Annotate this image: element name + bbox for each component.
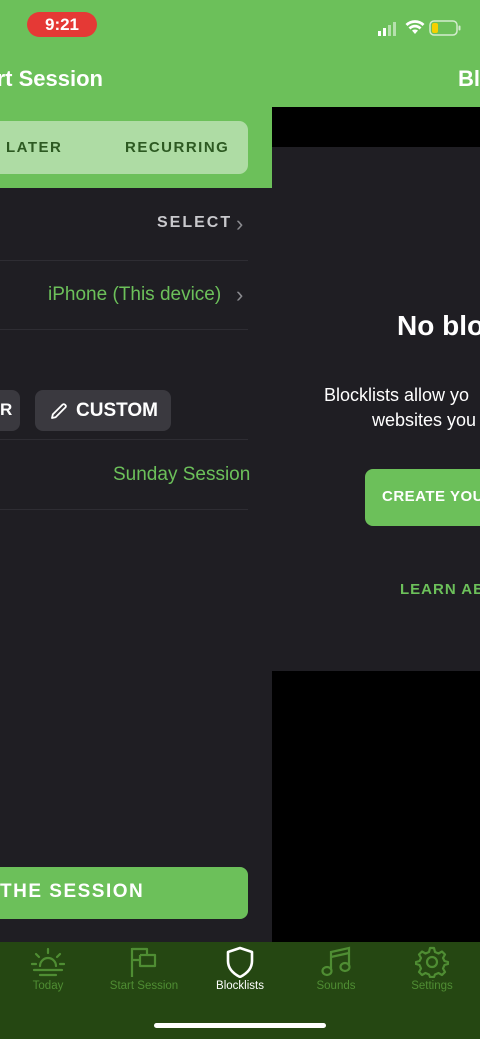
chevron-right-icon: › (236, 282, 244, 307)
divider (0, 439, 248, 440)
sun-horizon-icon (31, 947, 65, 977)
tab-start-session[interactable]: Start Session (96, 946, 192, 1006)
chevron-right-icon: › (236, 211, 244, 236)
learn-about-link[interactable]: LEARN AB (400, 581, 480, 598)
status-time: 9:21 (27, 12, 97, 37)
custom-duration-label: CUSTOM (76, 399, 158, 421)
divider (0, 329, 248, 330)
right-header (272, 50, 480, 107)
select-blocklist-button[interactable]: SELECT (157, 214, 232, 232)
shield-icon (226, 946, 254, 978)
custom-duration-button[interactable]: CUSTOM (35, 390, 171, 431)
music-note-icon (321, 946, 351, 977)
tab-today-label: Today (32, 980, 64, 992)
left-page-title: rt Session (0, 66, 103, 91)
empty-state-description-line1: Blocklists allow yo (324, 385, 470, 405)
tab-today[interactable]: Today (0, 946, 96, 1006)
divider (0, 260, 248, 261)
segment-later[interactable]: LATER (6, 139, 62, 156)
tab-settings[interactable]: Settings (384, 946, 480, 1006)
tab-start-session-label: Start Session (109, 980, 179, 992)
start-session-label: THE SESSION (0, 881, 145, 902)
battery-icon (429, 20, 461, 36)
wifi-icon (405, 20, 425, 34)
divider (0, 509, 248, 510)
segment-recurring[interactable]: RECURRING (125, 139, 229, 156)
right-page-title: Bl (458, 66, 480, 91)
tab-sounds-label: Sounds (316, 980, 356, 992)
device-selector[interactable]: iPhone (This device) (48, 284, 221, 306)
duration-chip-partial-label: R (0, 400, 13, 419)
create-blocklist-label: CREATE YOU (382, 488, 480, 505)
gear-icon (415, 946, 449, 978)
tab-blocklists[interactable]: Blocklists (192, 946, 288, 1006)
cellular-signal-icon (378, 22, 396, 36)
empty-state-title: No blo (397, 310, 480, 341)
tab-settings-label: Settings (411, 980, 453, 992)
pencil-icon (51, 402, 67, 419)
home-indicator (154, 1023, 326, 1028)
tab-sounds[interactable]: Sounds (288, 946, 384, 1006)
empty-state-description-line2: websites you (372, 410, 477, 430)
flag-icon (130, 947, 157, 977)
session-name-field[interactable]: Sunday Session (113, 464, 250, 486)
tab-blocklists-label: Blocklists (216, 980, 264, 992)
